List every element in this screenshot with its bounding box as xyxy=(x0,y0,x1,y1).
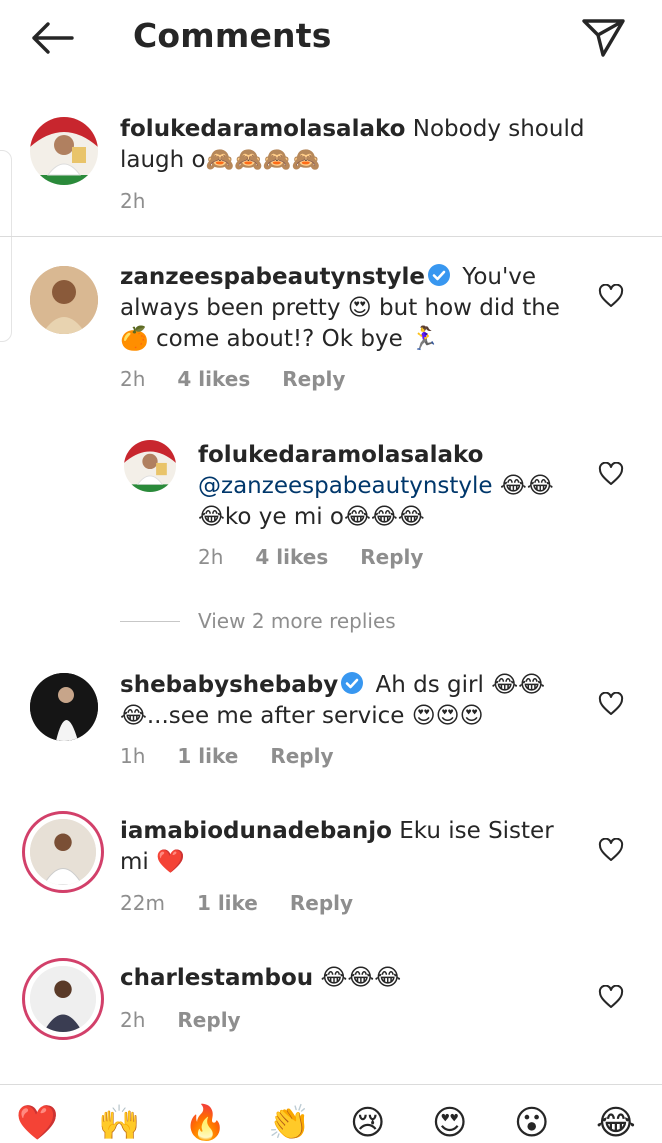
header: Comments xyxy=(0,0,662,78)
comment-text: iamabiodunadebanjo Eku ise Sister mi ❤️ xyxy=(120,816,570,878)
mention-link[interactable]: @zanzeespabeautynstyle xyxy=(198,473,493,499)
arrow-left-icon xyxy=(32,22,74,54)
paper-plane-icon xyxy=(582,19,625,57)
likes-count[interactable]: 1 like xyxy=(197,891,258,915)
emoji-button[interactable]: 👏 xyxy=(268,1103,310,1143)
likes-count[interactable]: 1 like xyxy=(177,744,238,768)
view-more-line xyxy=(120,620,180,622)
comment-text: folukedaramolasalako Nobody should laugh… xyxy=(120,114,590,176)
comment-meta: 2h 4 likes Reply xyxy=(198,545,455,569)
avatar-image xyxy=(124,440,176,492)
avatar-image xyxy=(30,266,98,334)
reply-button[interactable]: Reply xyxy=(282,367,345,391)
emoji-button[interactable]: 😂 xyxy=(596,1103,636,1143)
comment-username[interactable]: zanzeespabeautynstyle xyxy=(120,264,425,290)
avatar-image xyxy=(30,117,98,185)
comment-time: 2h xyxy=(120,367,146,391)
back-button[interactable] xyxy=(28,18,76,58)
comment-time: 2h xyxy=(120,1008,146,1032)
comment-time: 1h xyxy=(120,744,146,768)
reply-button[interactable]: Reply xyxy=(270,744,333,768)
comment-username[interactable]: charlestambou xyxy=(120,965,313,991)
comment-meta: 2h 4 likes Reply xyxy=(120,367,377,391)
view-more-replies[interactable]: View 2 more replies xyxy=(120,606,396,636)
heart-outline-icon[interactable] xyxy=(598,692,624,716)
comment-meta: 2h Reply xyxy=(120,1008,273,1032)
side-panel-handle[interactable] xyxy=(0,150,12,342)
reply-button[interactable]: Reply xyxy=(290,891,353,915)
likes-count[interactable]: 4 likes xyxy=(255,545,328,569)
reply-button[interactable]: Reply xyxy=(360,545,423,569)
emoji-button[interactable]: 🙌 xyxy=(98,1103,140,1143)
comment-time: 22m xyxy=(120,891,165,915)
heart-outline-icon[interactable] xyxy=(598,838,624,862)
avatar-image xyxy=(30,673,98,741)
comment-username[interactable]: folukedaramolasalako xyxy=(120,116,405,142)
comment-username[interactable]: iamabiodunadebanjo xyxy=(120,818,392,844)
likes-count[interactable]: 4 likes xyxy=(177,367,250,391)
avatar[interactable] xyxy=(30,266,98,334)
verified-badge-icon xyxy=(341,672,364,694)
heart-outline-icon[interactable] xyxy=(598,284,624,308)
emoji-button[interactable]: 😮 xyxy=(514,1103,549,1143)
view-more-label: View 2 more replies xyxy=(198,609,396,633)
avatar[interactable] xyxy=(124,440,176,492)
comment-meta: 1h 1 like Reply xyxy=(120,744,366,768)
comment-meta: 22m 1 like Reply xyxy=(120,891,385,915)
heart-outline-icon[interactable] xyxy=(598,462,624,486)
emoji-button[interactable]: 🔥 xyxy=(184,1103,226,1143)
comment-meta: 2h xyxy=(120,189,177,213)
avatar[interactable] xyxy=(30,673,98,741)
avatar[interactable] xyxy=(30,819,96,885)
avatar[interactable] xyxy=(30,117,98,185)
share-button[interactable] xyxy=(578,14,628,60)
page-title: Comments xyxy=(133,16,332,55)
comment-time: 2h xyxy=(120,189,146,213)
comment-body: 😂😂😂 xyxy=(313,965,402,991)
emoji-reaction-bar: ❤️ 🙌 🔥 👏 😢 😍 😮 😂 xyxy=(0,1084,662,1143)
emoji-button[interactable]: 😍 xyxy=(432,1103,467,1143)
avatar-image xyxy=(30,819,96,885)
heart-outline-icon[interactable] xyxy=(598,985,624,1009)
comment-time: 2h xyxy=(198,545,224,569)
divider xyxy=(0,236,662,237)
avatar-image xyxy=(30,966,96,1032)
comment-text: shebabyshebaby Ah ds girl 😂😂😂...see me a… xyxy=(120,670,570,732)
emoji-button[interactable]: ❤️ xyxy=(16,1103,58,1143)
comment-text: zanzeespabeautynstyle You've always been… xyxy=(120,262,580,355)
avatar[interactable] xyxy=(30,966,96,1032)
comment-text: charlestambou 😂😂😂 xyxy=(120,963,570,994)
reply-button[interactable]: Reply xyxy=(177,1008,240,1032)
comment-text: folukedaramolasalako @zanzeespabeautynsty… xyxy=(198,440,578,533)
comment-username[interactable]: shebabyshebaby xyxy=(120,672,338,698)
verified-badge-icon xyxy=(428,264,451,286)
comment-username[interactable]: folukedaramolasalako xyxy=(198,442,483,468)
emoji-button[interactable]: 😢 xyxy=(350,1103,385,1143)
